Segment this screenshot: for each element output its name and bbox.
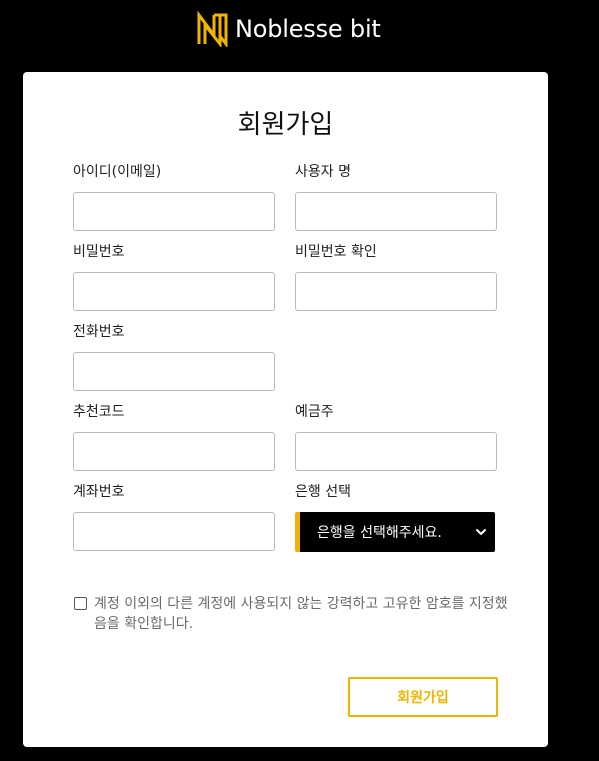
- password-input[interactable]: [73, 272, 275, 311]
- bank-select-value: 은행을 선택해주세요.: [317, 525, 442, 541]
- noblesse-logo-icon: [197, 11, 228, 47]
- account-number-input[interactable]: [73, 512, 275, 551]
- phone-label: 전화번호: [73, 324, 125, 340]
- phone-input[interactable]: [73, 352, 275, 391]
- password-confirm-input[interactable]: [295, 272, 497, 311]
- signup-submit-button[interactable]: 회원가입: [348, 677, 498, 717]
- password-label: 비밀번호: [73, 244, 125, 260]
- bank-select[interactable]: 은행을 선택해주세요.: [295, 512, 495, 552]
- username-label: 사용자 명: [295, 164, 351, 180]
- agreement-checkbox[interactable]: [74, 597, 87, 610]
- referral-code-input[interactable]: [73, 432, 275, 471]
- brand-logo[interactable]: Noblesse bit: [196, 11, 381, 47]
- agreement-text: 계정 이외의 다른 계정에 사용되지 않는 강력하고 고유한 암호를 지정했음을…: [94, 596, 508, 632]
- username-input[interactable]: [295, 192, 497, 231]
- chevron-down-icon: [476, 529, 486, 535]
- account-number-label: 계좌번호: [73, 484, 125, 500]
- account-holder-label: 예금주: [295, 404, 334, 420]
- page-title: 회원가입: [237, 110, 334, 140]
- header: Noblesse bit: [0, 0, 599, 60]
- bank-select-label: 은행 선택: [295, 484, 351, 500]
- brand-name: Noblesse bit: [235, 15, 381, 43]
- referral-code-label: 추천코드: [73, 404, 125, 420]
- password-confirm-label: 비밀번호 확인: [295, 244, 377, 260]
- user-id-input[interactable]: [73, 192, 275, 231]
- account-holder-input[interactable]: [295, 432, 497, 471]
- user-id-label: 아이디(이메일): [73, 164, 162, 180]
